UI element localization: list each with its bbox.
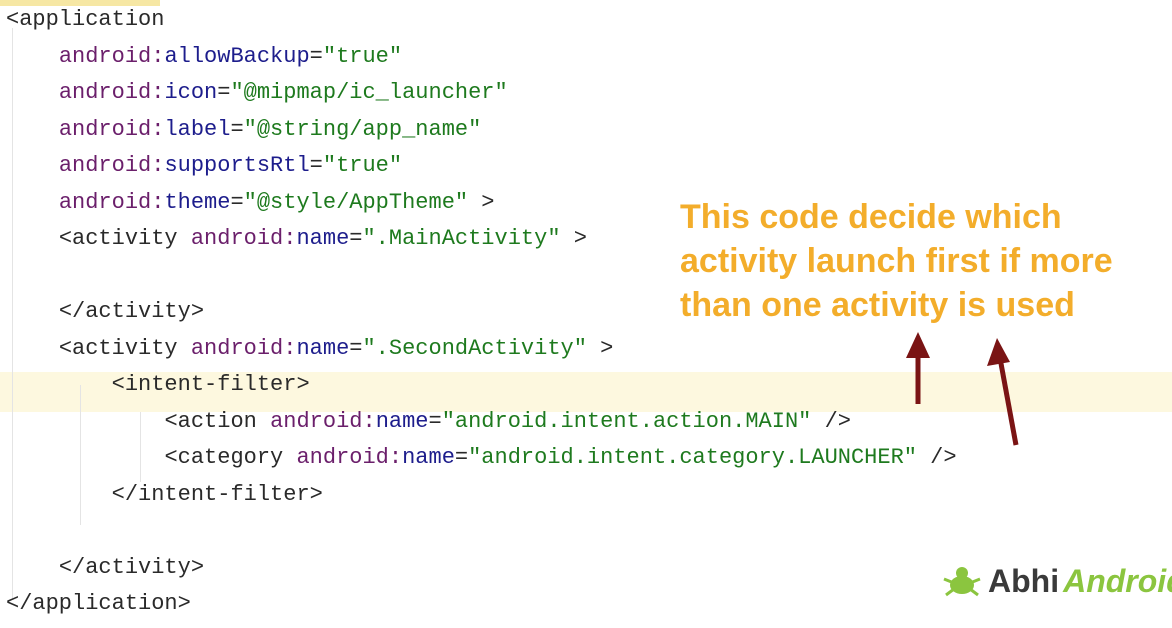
logo-text-abhi: Abhi	[988, 562, 1060, 599]
abhiandroid-logo: AbhiAndroid	[940, 556, 1172, 606]
logo-text-android: Android	[1063, 562, 1172, 599]
arrow-right	[987, 338, 1019, 446]
annotation-arrows	[906, 332, 1019, 446]
bug-logo-icon	[943, 567, 981, 597]
arrow-left	[906, 332, 930, 404]
